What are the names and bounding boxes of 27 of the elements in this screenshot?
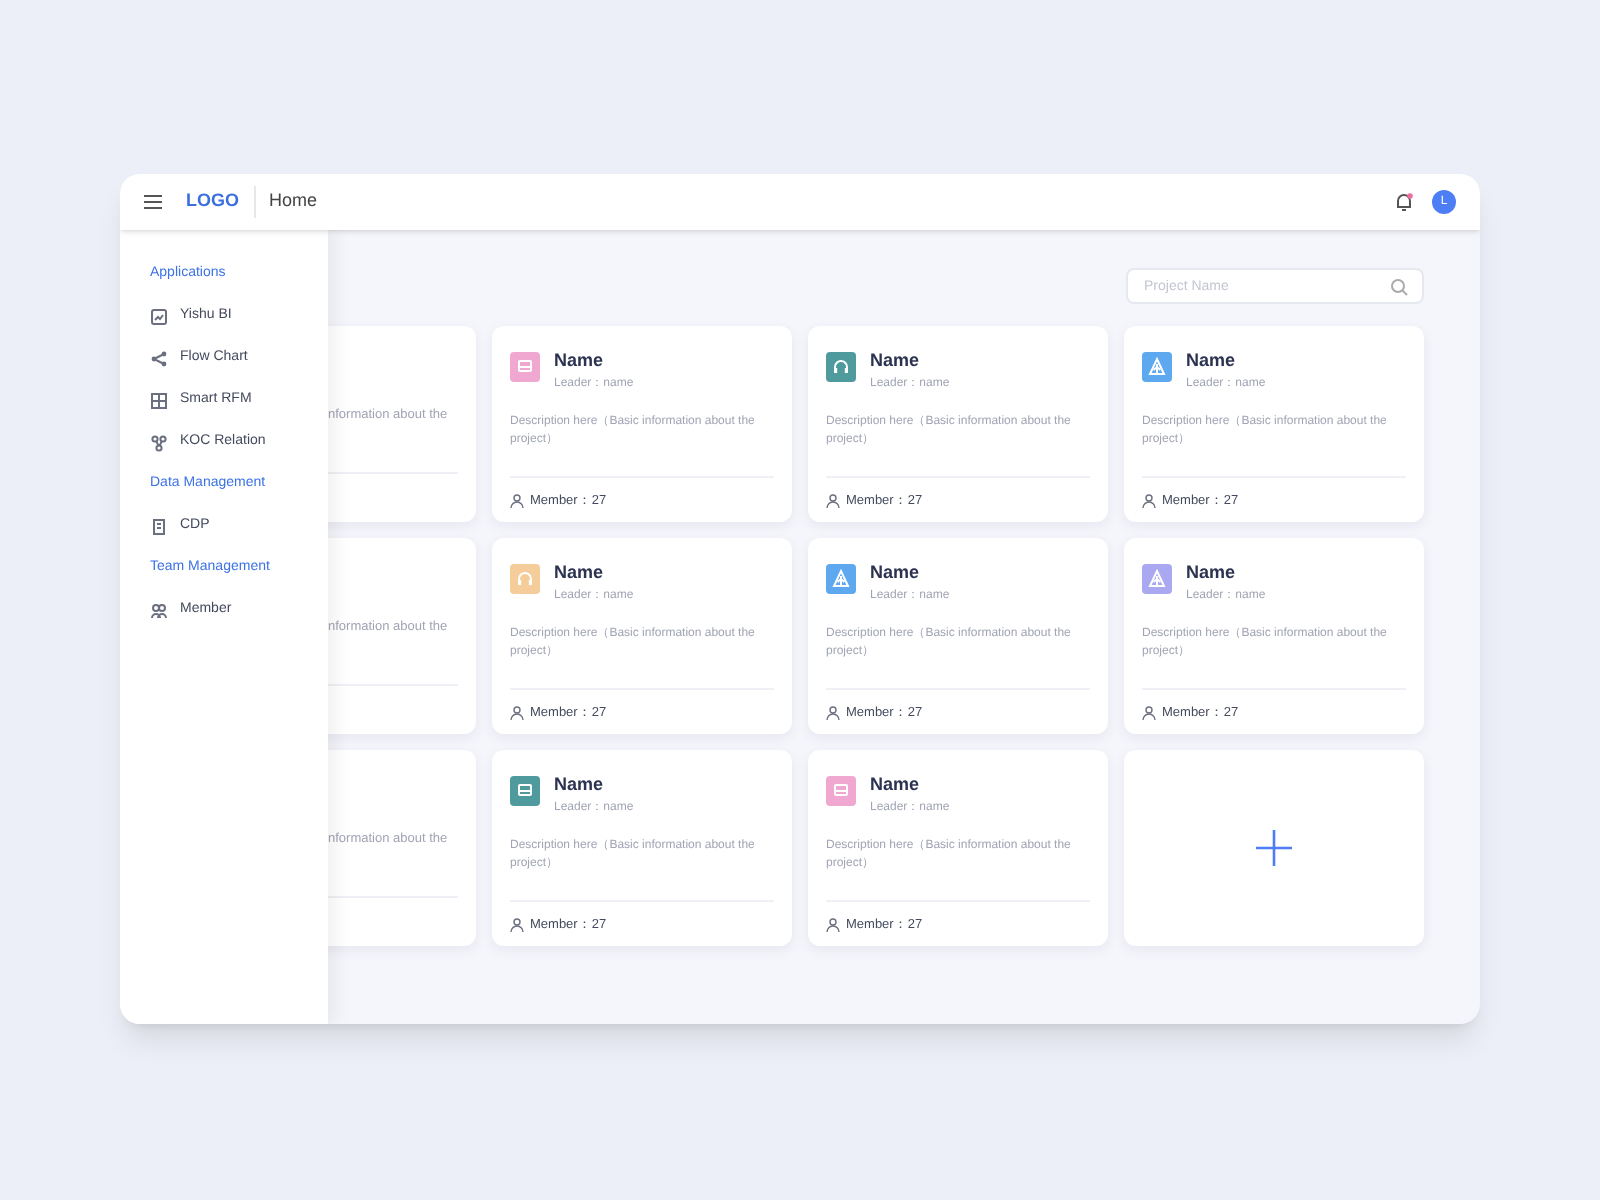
page-title: Home (269, 188, 318, 215)
user-icon (1142, 494, 1156, 509)
user-icon (826, 706, 840, 721)
logo[interactable]: LOGO (186, 188, 239, 216)
user-icon (1142, 706, 1156, 721)
project-name: Name (870, 774, 922, 796)
user-icon (826, 494, 840, 509)
nodes-icon (150, 434, 168, 452)
user-icon (510, 494, 524, 509)
project-name: Name (1186, 562, 1238, 584)
project-name: Name (870, 562, 922, 584)
project-name: Name (554, 350, 606, 372)
bell-icon[interactable] (1394, 192, 1414, 212)
people-icon (150, 602, 168, 620)
user-icon (510, 918, 524, 933)
menu-icon[interactable] (144, 194, 162, 210)
document-icon (150, 518, 168, 536)
project-name: Name (554, 562, 606, 584)
grid-icon (150, 392, 168, 410)
user-icon (826, 918, 840, 933)
plus-icon (1256, 830, 1292, 866)
share-icon (150, 350, 168, 368)
project-name: Name (1186, 350, 1238, 372)
project-name: Name (554, 774, 606, 796)
project-name: Name (870, 350, 922, 372)
chart-icon (150, 308, 168, 326)
user-icon (510, 706, 524, 721)
